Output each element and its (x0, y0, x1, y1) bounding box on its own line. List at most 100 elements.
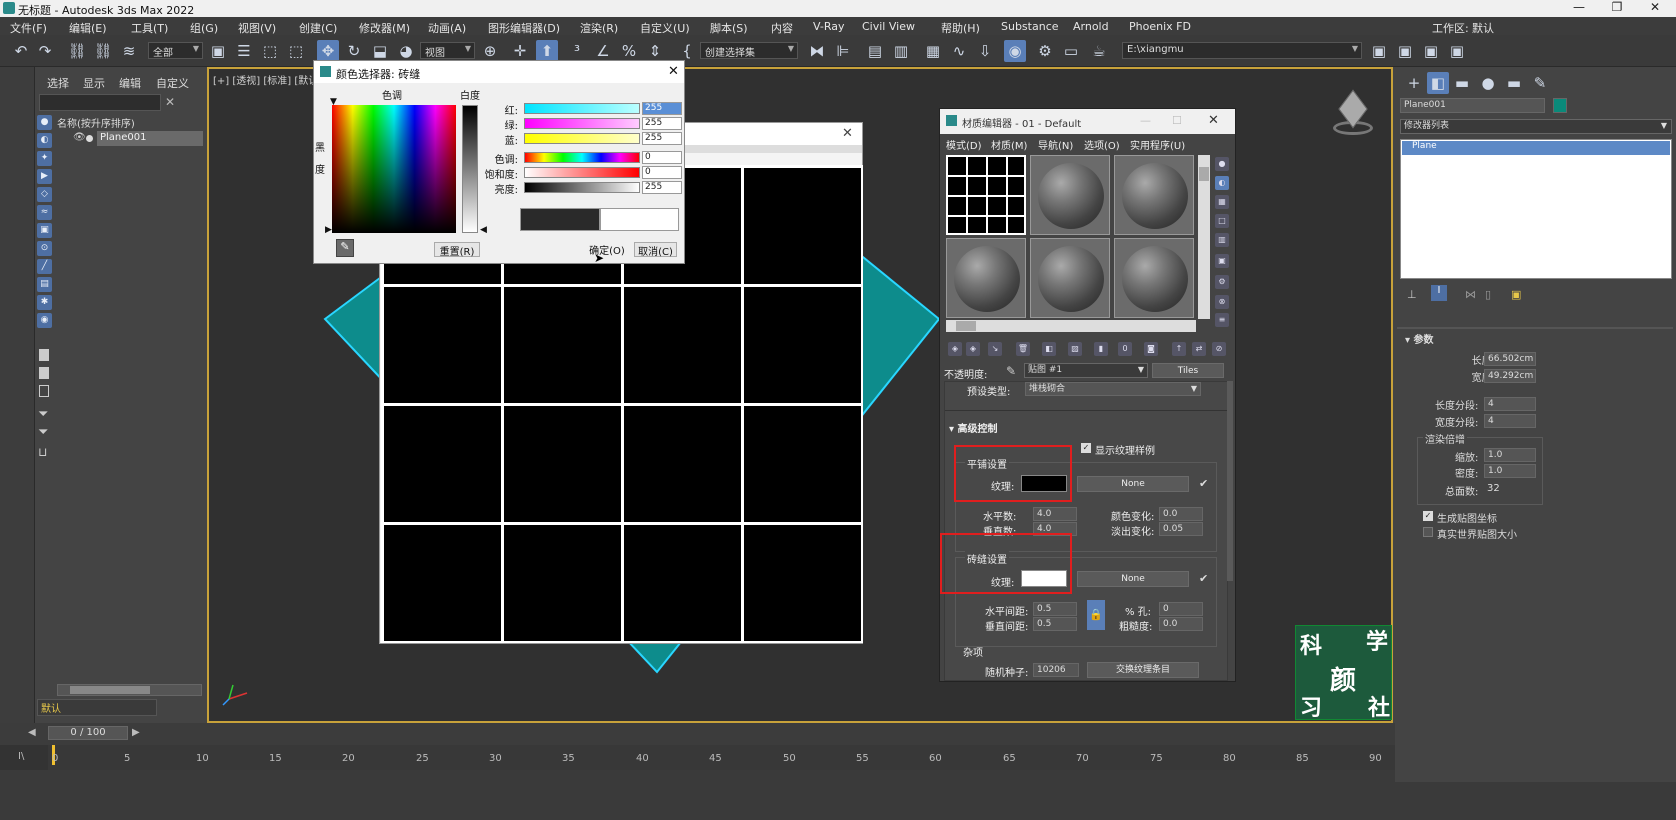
filter-lights-icon[interactable]: ✦ (37, 151, 52, 166)
grout-texture-map-button[interactable]: None (1077, 571, 1189, 587)
put-to-library-icon[interactable]: ▨ (1068, 342, 1082, 356)
red-slider[interactable] (524, 103, 640, 114)
visibility-eye-icon[interactable]: 👁 (73, 132, 86, 143)
tab-customize[interactable]: 自定义 (156, 75, 189, 91)
create-tab-icon[interactable]: + (1403, 72, 1425, 94)
material-slot-1[interactable] (946, 155, 1026, 235)
document-icon[interactable] (39, 385, 49, 397)
saturation-spinner[interactable]: 0 (642, 166, 682, 179)
eyedropper-icon[interactable]: ✎ (336, 239, 354, 257)
preset-type-dropdown[interactable]: 堆栈砌合 ▼ (1025, 382, 1201, 396)
go-forward-sibling-icon[interactable]: ⇄ (1192, 342, 1206, 356)
redo-icon[interactable]: ↷ (34, 40, 56, 62)
options-icon[interactable]: ⚙ (1215, 275, 1229, 289)
value-spinner[interactable]: 255 (642, 181, 682, 194)
gen-coords-checkbox[interactable]: ✓ (1423, 511, 1433, 521)
panel-scrollbar[interactable] (1227, 381, 1233, 581)
video-color-check-icon[interactable]: ▥ (1215, 233, 1229, 247)
menu-substance[interactable]: Substance (1001, 20, 1059, 33)
layer-dropdown[interactable]: 默认 (37, 699, 157, 716)
stack-item-plane[interactable]: Plane (1402, 141, 1670, 155)
clear-search-icon[interactable]: ✕ (165, 95, 175, 109)
filter-xrefs-icon[interactable]: ⊙ (37, 241, 52, 256)
menu-file[interactable]: 文件(F) (10, 20, 47, 36)
menu-scripting[interactable]: 脚本(S) (710, 20, 748, 36)
make-unique-icon[interactable]: ⋈ (1465, 288, 1476, 301)
bind-spacewarp-icon[interactable]: ≋ (118, 40, 140, 62)
me-maximize-icon[interactable]: ☐ (1172, 114, 1182, 127)
display-tab-icon[interactable]: ▬ (1503, 72, 1525, 94)
filter-geometry-icon[interactable]: ● (37, 115, 52, 130)
vert-gap-spinner[interactable]: 0.5 (1033, 617, 1077, 631)
layer-explorer-icon[interactable]: ▥ (890, 40, 912, 62)
menu-customize[interactable]: 自定义(U) (640, 20, 690, 36)
get-material-icon[interactable]: ◈ (948, 342, 962, 356)
project-new-icon[interactable]: ▣ (1420, 40, 1442, 62)
menu-animation[interactable]: 动画(A) (428, 20, 466, 36)
me-menu-navigation[interactable]: 导航(N) (1038, 137, 1073, 152)
curve-editor-icon[interactable]: ∿ (948, 40, 970, 62)
page-icon[interactable] (39, 367, 49, 379)
menu-vray[interactable]: V-Ray (813, 20, 845, 33)
tab-edit[interactable]: 编辑 (119, 75, 141, 91)
blue-spinner[interactable]: 255 (642, 132, 682, 145)
scene-search-input[interactable] (39, 94, 161, 111)
freeze-dot-icon[interactable] (86, 135, 93, 142)
move-icon[interactable]: ✥ (317, 40, 339, 62)
slots-vertical-scrollbar[interactable] (1198, 155, 1210, 319)
percent-snap-icon[interactable]: % (618, 40, 640, 62)
modify-tab-icon[interactable]: ◧ (1427, 72, 1449, 94)
green-slider[interactable] (524, 118, 640, 129)
keyboard-shortcut-override-icon[interactable]: ⬆ (536, 40, 558, 62)
material-slot-4[interactable] (946, 238, 1026, 318)
reset-map-icon[interactable]: 🗑 (1016, 342, 1030, 356)
ok-button[interactable]: 确定(O) (587, 242, 627, 257)
hue-spinner[interactable]: 0 (642, 151, 682, 164)
close-button[interactable]: ✕ (1636, 0, 1674, 17)
menu-tools[interactable]: 工具(T) (131, 20, 168, 36)
me-close-icon[interactable]: ✕ (1208, 113, 1219, 128)
make-preview-icon[interactable]: ▣ (1215, 254, 1229, 268)
material-slot-5[interactable] (1030, 238, 1110, 318)
pin-stack-icon[interactable]: ⊥ (1407, 288, 1417, 301)
menu-graph-editors[interactable]: 图形编辑器(D) (488, 20, 560, 36)
swap-texture-button[interactable]: 交换纹理条目 (1087, 662, 1199, 678)
map-name-dropdown[interactable]: 贴图 #1 ▼ (1024, 363, 1148, 378)
length-segs-spinner[interactable]: 4 (1484, 397, 1536, 411)
minimize-button[interactable]: — (1560, 0, 1598, 17)
saturation-slider[interactable] (524, 167, 640, 178)
project-open-icon[interactable]: ▣ (1394, 40, 1416, 62)
map-type-button[interactable]: Tiles (1152, 363, 1224, 378)
filter-cameras-icon[interactable]: ▶ (37, 169, 52, 184)
ribbon-toggle-icon[interactable]: ▦ (922, 40, 944, 62)
width-segs-spinner[interactable]: 4 (1484, 414, 1536, 428)
select-manipulate-icon[interactable]: ✛ (509, 40, 531, 62)
whiteness-bar[interactable] (462, 105, 478, 233)
filter-bones-icon[interactable]: ╱ (37, 259, 52, 274)
menu-rendering[interactable]: 渲染(R) (580, 20, 618, 36)
real-world-checkbox[interactable] (1423, 527, 1433, 537)
filter-particles-icon[interactable]: ✱ (37, 295, 52, 310)
filter-containers-icon[interactable]: ▤ (37, 277, 52, 292)
reset-button[interactable]: 重置(R) (434, 242, 480, 258)
menu-edit[interactable]: 编辑(E) (69, 20, 107, 36)
lock-gap-icon[interactable]: 🔒 (1087, 600, 1105, 630)
undo-icon[interactable]: ↶ (10, 40, 32, 62)
random-seed-spinner[interactable]: 10206 (1033, 663, 1079, 677)
me-menu-options[interactable]: 选项(O) (1084, 137, 1120, 152)
menu-civil-view[interactable]: Civil View (862, 20, 915, 33)
align-icon[interactable]: ⊫ (832, 40, 854, 62)
select-by-name-icon[interactable]: ☰ (233, 40, 255, 62)
project-folder-icon[interactable]: ▣ (1368, 40, 1390, 62)
sample-uv-tiling-icon[interactable]: □ (1215, 214, 1229, 228)
horiz-count-spinner[interactable]: 4.0 (1033, 507, 1077, 521)
object-color-swatch[interactable] (1553, 98, 1567, 113)
filter-icon[interactable]: ⏷ (38, 425, 48, 440)
pivot-center-icon[interactable]: ⊕ (479, 40, 501, 62)
me-menu-utilities[interactable]: 实用程序(U) (1130, 137, 1185, 152)
window-crossing-icon[interactable]: ⬚ (285, 40, 307, 62)
material-id-channel-icon[interactable]: ▮ (1094, 342, 1108, 356)
menu-content[interactable]: 内容 (771, 20, 793, 36)
density-spinner[interactable]: 1.0 (1484, 464, 1536, 478)
show-end-result-icon[interactable]: I (1431, 285, 1447, 301)
